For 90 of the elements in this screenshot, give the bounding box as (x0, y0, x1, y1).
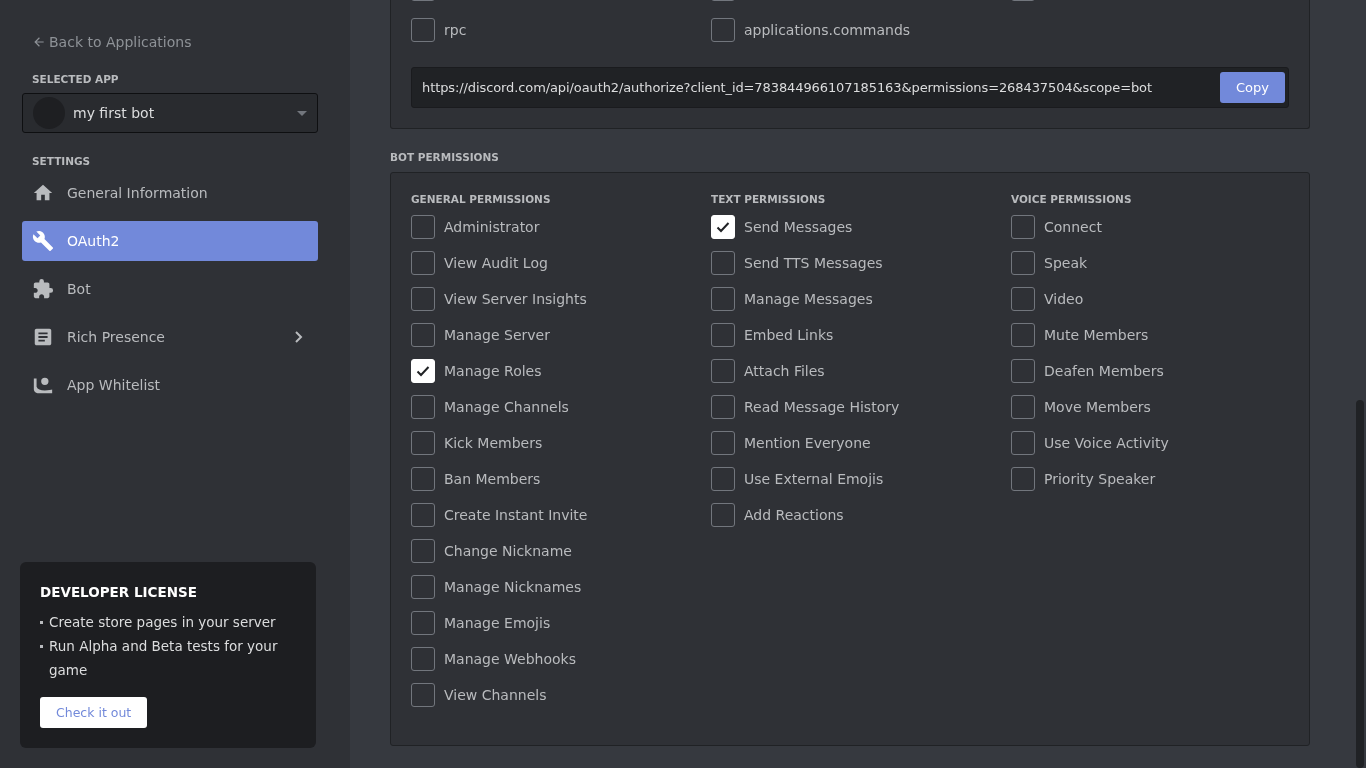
document-icon (32, 326, 54, 348)
column-heading: VOICE PERMISSIONS (1011, 193, 1133, 205)
section-title: BOT PERMISSIONS (390, 151, 500, 163)
checkbox[interactable] (411, 251, 435, 275)
permission-label: Create Instant Invite (444, 507, 588, 523)
card-title: DEVELOPER LICENSE (40, 584, 198, 600)
permission-label: Manage Server (444, 327, 550, 343)
section-heading: SETTINGS (32, 155, 92, 167)
checkbox[interactable] (411, 215, 435, 239)
scrollbar-thumb[interactable] (1356, 400, 1364, 768)
checkbox[interactable] (411, 539, 435, 563)
checkbox[interactable] (411, 575, 435, 599)
checkbox[interactable] (711, 503, 735, 527)
sidebar-item[interactable]: Rich Presence (22, 317, 318, 357)
checkbox[interactable] (411, 503, 435, 527)
checkbox[interactable] (711, 431, 735, 455)
app-name: my first bot (73, 105, 156, 121)
checkbox[interactable] (411, 18, 435, 42)
caret-icon (297, 110, 307, 116)
permission-label: Administrator (444, 219, 540, 235)
permission-label: Speak (1044, 255, 1088, 271)
permission-label: Manage Roles (444, 363, 542, 379)
permission-label: Embed Links (744, 327, 834, 343)
permission-label: Move Members (1044, 399, 1151, 415)
checkbox[interactable] (411, 647, 435, 671)
permission-label: Manage Webhooks (444, 651, 576, 667)
check-it-out-button[interactable]: Check it out (40, 697, 148, 728)
checkbox[interactable] (411, 287, 435, 311)
permission-label: Mention Everyone (744, 435, 871, 451)
checkbox[interactable] (411, 395, 435, 419)
permission-label: Deafen Members (1044, 363, 1164, 379)
checkbox[interactable] (411, 683, 435, 707)
permission-label: Mute Members (1044, 327, 1149, 343)
permission-label: Add Reactions (744, 507, 844, 523)
back-link[interactable]: Back to Applications (32, 30, 318, 54)
permission-label: Send Messages (744, 219, 853, 235)
puzzle-icon (32, 278, 54, 300)
scope-label: rpc (444, 22, 467, 38)
permission-label: View Server Insights (444, 291, 587, 307)
checkbox[interactable] (711, 323, 735, 347)
checkbox[interactable] (411, 611, 435, 635)
checkbox[interactable] (711, 18, 735, 42)
permission-label: Attach Files (744, 363, 825, 379)
permission-label: Change Nickname (444, 543, 572, 559)
permission-label: Manage Channels (444, 399, 569, 415)
permission-label: Manage Messages (744, 291, 873, 307)
permission-label: Send TTS Messages (744, 255, 883, 271)
checkbox[interactable] (1011, 395, 1035, 419)
permission-label: Ban Members (444, 471, 541, 487)
checkbox[interactable] (1011, 287, 1035, 311)
column-heading: GENERAL PERMISSIONS (411, 193, 552, 205)
permission-label: View Channels (444, 687, 547, 703)
checkbox[interactable] (1011, 251, 1035, 275)
url-text: https://discord.com/api/oauth2/authorize?client_id=783844966107185163&permissions=268437504&scope=bot (422, 80, 1153, 95)
bullet-text: Create store pages in your server (49, 613, 276, 632)
checkbox[interactable] (711, 287, 735, 311)
permission-label: Kick Members (444, 435, 543, 451)
checkbox[interactable] (411, 431, 435, 455)
checkbox[interactable] (411, 323, 435, 347)
checkbox[interactable] (1011, 323, 1035, 347)
section-heading: SELECTED APP (32, 73, 120, 85)
checkbox[interactable] (411, 467, 435, 491)
checkbox[interactable] (1011, 431, 1035, 455)
url-field[interactable]: https://discord.com/api/oauth2/authorize?client_id=783844966107185163&permissions=268437504&scope=bot Copy (411, 67, 1289, 108)
sidebar-item[interactable]: Bot (22, 269, 318, 309)
checkbox[interactable] (1011, 215, 1035, 239)
permission-label: Use External Emojis (744, 471, 884, 487)
permission-label: Video (1044, 291, 1084, 307)
permission-label: Use Voice Activity (1044, 435, 1169, 451)
checkbox[interactable] (711, 467, 735, 491)
chevron-right-icon (295, 331, 303, 343)
permission-label: Manage Emojis (444, 615, 551, 631)
checkbox[interactable] (1011, 467, 1035, 491)
bullet-text: Run Alpha and Beta tests for your game (49, 637, 279, 680)
permission-label: Manage Nicknames (444, 579, 582, 595)
permission-label: View Audit Log (444, 255, 548, 271)
checkbox[interactable] (711, 251, 735, 275)
sidebar-item[interactable]: App Whitelist (22, 365, 318, 405)
permission-label: Connect (1044, 219, 1102, 235)
permission-label: Read Message History (744, 399, 900, 415)
wrench-icon (32, 230, 54, 252)
checkbox[interactable] (1011, 359, 1035, 383)
column-heading: TEXT PERMISSIONS (711, 193, 827, 205)
app-select[interactable]: my first bot (22, 93, 318, 133)
permission-label: Priority Speaker (1044, 471, 1156, 487)
sidebar-item[interactable]: General Information (22, 173, 318, 213)
back-arrow-icon (32, 35, 46, 49)
checkbox[interactable] (711, 395, 735, 419)
checkbox[interactable] (711, 359, 735, 383)
scope-label: applications.commands (744, 22, 911, 38)
